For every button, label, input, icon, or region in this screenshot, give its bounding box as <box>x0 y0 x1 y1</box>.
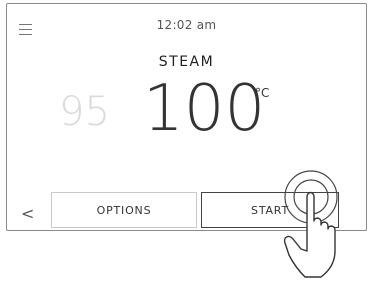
previous-temperature[interactable]: 95 <box>59 89 110 135</box>
clock-time: 12:02 am <box>156 18 217 32</box>
cooking-mode-label: STEAM <box>158 54 215 70</box>
hand-shape-icon <box>283 191 336 278</box>
options-button[interactable]: OPTIONS <box>51 192 197 228</box>
options-button-label: OPTIONS <box>96 203 152 217</box>
chevron-left-icon[interactable]: < <box>21 204 34 223</box>
selected-temperature[interactable]: 100 <box>143 77 265 141</box>
temperature-unit: °C <box>255 86 270 100</box>
tap-hand-icon <box>283 170 338 278</box>
